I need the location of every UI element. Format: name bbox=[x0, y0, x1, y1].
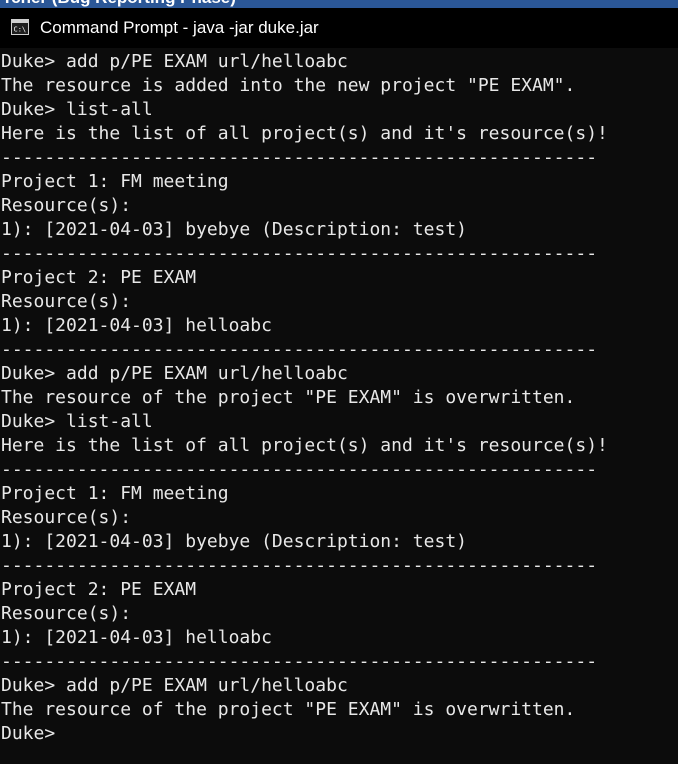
console-line: Here is the list of all project(s) and i… bbox=[1, 123, 608, 144]
console-line: Resource(s): bbox=[1, 291, 132, 312]
console-line: 1): [2021-04-03] byebye (Description: te… bbox=[1, 531, 467, 552]
console-line: Resource(s): bbox=[1, 195, 132, 216]
console-line: Here is the list of all project(s) and i… bbox=[1, 435, 608, 456]
cmd-icon: C:\ bbox=[11, 19, 29, 35]
console-line: Project 1: FM meeting bbox=[1, 483, 229, 504]
background-window-strip: Tcher (Bug Reporting Phase) bbox=[0, 0, 678, 8]
console-line: ----------------------------------------… bbox=[1, 555, 598, 576]
console-line: 1): [2021-04-03] byebye (Description: te… bbox=[1, 219, 467, 240]
command-line: Duke> bbox=[1, 723, 56, 744]
command-line: Duke> add p/PE EXAM url/helloabc bbox=[1, 51, 348, 72]
background-window-title: Tcher (Bug Reporting Phase) bbox=[2, 0, 236, 8]
console-line: Project 1: FM meeting bbox=[1, 171, 229, 192]
console-line: Project 2: PE EXAM bbox=[1, 579, 197, 600]
console-line: ----------------------------------------… bbox=[1, 459, 598, 480]
command-line: Duke> list-all bbox=[1, 411, 153, 432]
console-output[interactable]: Duke> add p/PE EXAM url/helloabc The reso… bbox=[0, 50, 678, 764]
command-line: Duke> add p/PE EXAM url/helloabc bbox=[1, 675, 348, 696]
command-line: Duke> add p/PE EXAM url/helloabc bbox=[1, 363, 348, 384]
console-line: The resource of the project "PE EXAM" is… bbox=[1, 699, 576, 720]
console-line: 1): [2021-04-03] helloabc bbox=[1, 315, 272, 336]
console-line: ----------------------------------------… bbox=[1, 147, 598, 168]
console-line: The resource is added into the new proje… bbox=[1, 75, 576, 96]
window-title: Command Prompt - java -jar duke.jar bbox=[40, 18, 319, 37]
command-line: Duke> list-all bbox=[1, 99, 153, 120]
console-line: ----------------------------------------… bbox=[1, 651, 598, 672]
console-line: The resource of the project "PE EXAM" is… bbox=[1, 387, 576, 408]
console-line: ----------------------------------------… bbox=[1, 243, 598, 264]
title-bar[interactable]: C:\ Command Prompt - java -jar duke.jar bbox=[0, 8, 678, 48]
console-line: Resource(s): bbox=[1, 603, 132, 624]
console-line: Project 2: PE EXAM bbox=[1, 267, 197, 288]
console-line: ----------------------------------------… bbox=[1, 339, 598, 360]
command-prompt-window[interactable]: C:\ Command Prompt - java -jar duke.jar … bbox=[0, 8, 678, 764]
console-line: 1): [2021-04-03] helloabc bbox=[1, 627, 272, 648]
svg-text:C:\: C:\ bbox=[14, 26, 27, 34]
console-line: Resource(s): bbox=[1, 507, 132, 528]
